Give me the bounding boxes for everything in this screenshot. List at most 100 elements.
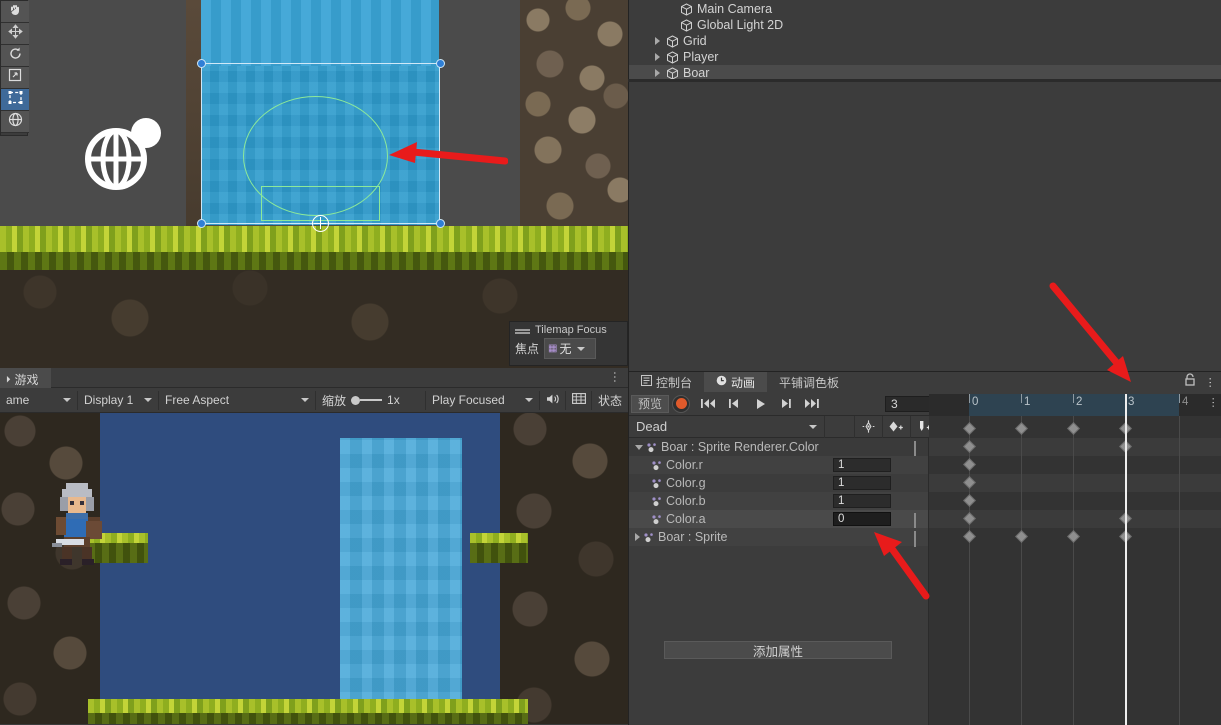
hierarchy-item-label: Player <box>683 50 719 64</box>
expand-arrow-icon[interactable] <box>635 533 640 541</box>
animation-panel[interactable]: 控制台 动画 平铺调色板 ⋯ 预览 3 Dead Boar: Sprite R… <box>628 371 1221 725</box>
scene-tools-toolbar[interactable] <box>0 0 29 136</box>
scene-view[interactable]: Tilemap Focus 焦点 ▦ 无 <box>0 0 628 368</box>
collapse-arrow-icon[interactable] <box>635 444 643 450</box>
animation-property-icon <box>643 532 655 543</box>
prev-frame-button[interactable] <box>721 394 747 414</box>
move-icon <box>7 23 23 44</box>
stats-grid-button[interactable] <box>566 390 592 410</box>
game-panel-kebab-icon[interactable]: ⋯ <box>608 371 622 383</box>
property-value-input[interactable]: 1 <box>833 476 891 490</box>
lock-icon[interactable] <box>1184 373 1196 391</box>
property-value-input[interactable]: 1 <box>833 458 891 472</box>
zoom-knob[interactable] <box>351 395 361 405</box>
rotate-tool-button[interactable] <box>1 45 29 67</box>
game-toolbar[interactable]: ame Display 1 Free Aspect 缩放 1x Play Foc… <box>0 388 628 413</box>
keyframe-indicator[interactable] <box>914 513 916 529</box>
zoom-slider[interactable] <box>351 395 383 405</box>
hierarchy-list: Main Camera Global Light 2D Grid Player <box>629 0 1221 81</box>
animation-property-list[interactable]: Boar : Sprite Renderer.Color Color.r 1 C… <box>629 438 929 725</box>
hierarchy-item-grid[interactable]: Grid <box>629 33 1221 49</box>
scale-tool-button[interactable] <box>1 67 29 89</box>
add-keyframe-diamond-button[interactable] <box>883 415 911 438</box>
property-row-color-r[interactable]: Color.r 1 <box>629 456 928 474</box>
tab-console[interactable]: 控制台 <box>629 372 705 392</box>
keyframe-indicator[interactable] <box>914 441 916 457</box>
hierarchy-item-global-light-2d[interactable]: Global Light 2D <box>629 17 1221 33</box>
property-value-input[interactable]: 1 <box>833 494 891 508</box>
play-mode-dropdown[interactable]: Play Focused <box>426 390 540 410</box>
first-frame-button[interactable] <box>695 394 721 414</box>
display-label: Display 1 <box>84 393 134 407</box>
property-row-sprite-renderer-color[interactable]: Boar : Sprite Renderer.Color <box>629 438 928 457</box>
property-row-color-g[interactable]: Color.g 1 <box>629 474 928 492</box>
hierarchy-item-main-camera[interactable]: Main Camera <box>629 1 1221 17</box>
tilemap-focus-overlay[interactable]: Tilemap Focus 焦点 ▦ 无 <box>509 321 628 366</box>
next-frame-button[interactable] <box>773 394 799 414</box>
scale-icon <box>8 68 22 87</box>
selection-handle-br[interactable] <box>436 219 445 228</box>
animation-property-icon <box>651 496 663 507</box>
rect-tool-button[interactable] <box>1 89 29 111</box>
mute-audio-button[interactable] <box>540 390 566 410</box>
zoom-control[interactable]: 缩放 1x <box>316 390 426 410</box>
selection-handle-tr[interactable] <box>436 59 445 68</box>
preview-toggle-button[interactable]: 预览 <box>631 394 670 413</box>
rock-column <box>520 0 628 230</box>
pivot-handle[interactable] <box>312 215 329 232</box>
last-frame-button[interactable] <box>799 394 825 414</box>
selection-rect <box>201 63 440 224</box>
game-panel[interactable]: ⏵ 游戏 ⋯ ame Display 1 Free Aspect 缩放 1x P… <box>0 368 628 725</box>
tab-game-label: 游戏 <box>14 372 39 387</box>
selection-handle-tl[interactable] <box>197 59 206 68</box>
hierarchy-panel[interactable]: Main Camera Global Light 2D Grid Player <box>628 0 1221 371</box>
game-view-mode-dropdown[interactable]: ame <box>0 390 78 410</box>
timeline-ruler[interactable]: 0 1 2 3 4 ⋯ <box>929 394 1221 416</box>
tilemap-focus-dropdown[interactable]: ▦ 无 <box>544 338 597 359</box>
stats-button[interactable]: 状态 <box>592 391 628 410</box>
play-mode-label: Play Focused <box>432 393 505 407</box>
tab-animation[interactable]: 动画 <box>704 372 768 392</box>
move-tool-button[interactable] <box>1 23 29 45</box>
selection-handle-bl[interactable] <box>197 219 206 228</box>
transform-tool-button[interactable] <box>1 111 29 133</box>
display-dropdown[interactable]: Display 1 <box>78 390 159 410</box>
add-property-button[interactable]: 添加属性 <box>664 641 892 659</box>
tab-tile-palette[interactable]: 平铺调色板 <box>767 372 852 392</box>
game-render-view[interactable] <box>0 413 628 724</box>
timeline-kebab-icon[interactable]: ⋯ <box>1207 397 1219 408</box>
tilemap-focus-header: Tilemap Focus <box>510 322 627 336</box>
aspect-dropdown[interactable]: Free Aspect <box>159 390 316 410</box>
expand-arrow-icon[interactable] <box>655 37 660 45</box>
animation-clip-dropdown[interactable]: Dead <box>629 415 825 438</box>
keyframe-indicator[interactable] <box>914 531 916 547</box>
property-row-boar-sprite[interactable]: Boar : Sprite <box>629 528 928 547</box>
property-label: Boar : Sprite <box>658 530 728 544</box>
rock-strip-left <box>186 0 202 228</box>
hierarchy-divider <box>628 79 1221 82</box>
play-button[interactable] <box>747 394 773 414</box>
chevron-down-icon <box>577 346 586 351</box>
zoom-label: 缩放 <box>322 393 347 408</box>
property-label: Boar : Sprite Renderer.Color <box>661 440 819 454</box>
chevron-down-icon <box>301 398 309 402</box>
current-frame-input[interactable]: 3 <box>885 395 936 412</box>
animation-timeline[interactable]: 0 1 2 3 4 ⋯ <box>929 394 1221 725</box>
drag-handle-icon[interactable] <box>515 329 530 331</box>
timeline-playhead[interactable] <box>1125 394 1127 725</box>
expand-arrow-icon[interactable] <box>655 53 660 61</box>
record-button[interactable] <box>672 394 691 413</box>
property-row-color-b[interactable]: Color.b 1 <box>629 492 928 510</box>
hierarchy-item-player[interactable]: Player <box>629 49 1221 65</box>
console-icon <box>641 375 652 389</box>
add-keyframe-button[interactable] <box>855 415 883 438</box>
expand-arrow-icon[interactable] <box>655 69 660 77</box>
animation-tabbar-right: ⋯ <box>1184 372 1221 392</box>
hand-tool-button[interactable] <box>1 1 29 23</box>
property-value-input[interactable]: 0 <box>833 512 891 526</box>
property-row-color-a[interactable]: Color.a 0 <box>629 510 928 529</box>
tab-game[interactable]: ⏵ 游戏 <box>0 368 51 388</box>
chevron-down-icon <box>144 398 152 402</box>
kebab-icon[interactable]: ⋯ <box>1204 377 1216 388</box>
globe-icon <box>82 112 168 192</box>
